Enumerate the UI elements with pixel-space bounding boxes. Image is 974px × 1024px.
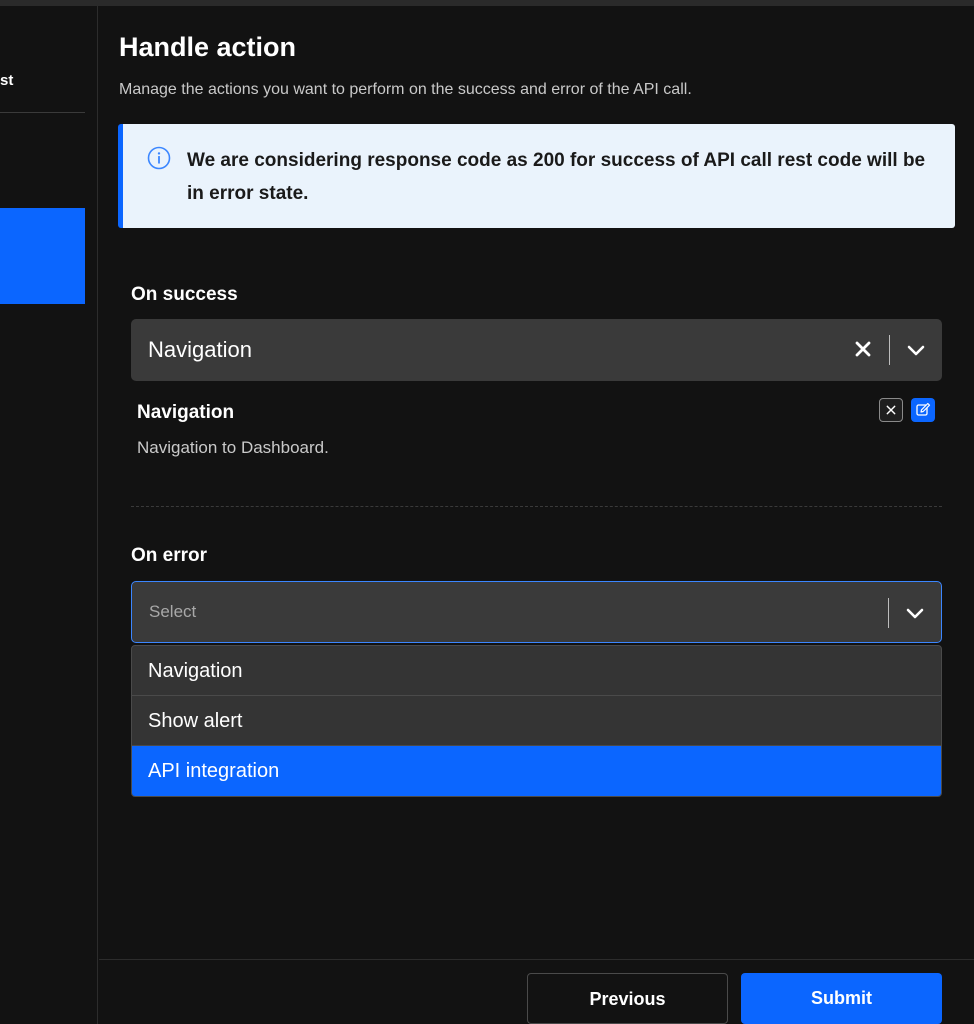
- sidebar-step-label[interactable]: st: [0, 72, 13, 89]
- close-icon: [886, 405, 896, 415]
- section-divider: [131, 506, 942, 507]
- dropdown-option-navigation[interactable]: Navigation: [132, 646, 941, 696]
- sidebar: st: [0, 6, 98, 1024]
- info-banner-text: We are considering response code as 200 …: [187, 150, 926, 204]
- dropdown-option-api-integration[interactable]: API integration: [132, 746, 941, 796]
- close-icon[interactable]: [852, 338, 874, 360]
- sidebar-active-step[interactable]: [0, 208, 85, 304]
- footer-divider: [99, 959, 974, 960]
- on-error-select[interactable]: Select: [131, 581, 942, 643]
- chevron-down-icon[interactable]: [904, 339, 928, 361]
- edit-action-button[interactable]: [911, 398, 935, 422]
- on-success-select[interactable]: Navigation: [131, 319, 942, 381]
- success-action-title: Navigation: [137, 402, 235, 423]
- main-panel: Handle action Manage the actions you wan…: [99, 6, 974, 1024]
- page-title: Handle action: [119, 32, 297, 62]
- sidebar-divider: [0, 112, 85, 113]
- select-separator: [889, 335, 890, 365]
- on-error-label: On error: [131, 545, 208, 566]
- on-success-label: On success: [131, 284, 238, 305]
- page-subtitle: Manage the actions you want to perform o…: [119, 81, 692, 98]
- submit-button[interactable]: Submit: [741, 973, 942, 1024]
- previous-button[interactable]: Previous: [527, 973, 728, 1024]
- success-action-description: Navigation to Dashboard.: [137, 438, 329, 457]
- remove-action-button[interactable]: [879, 398, 903, 422]
- info-icon: [147, 146, 171, 170]
- on-error-placeholder: Select: [149, 602, 197, 621]
- on-error-dropdown-menu: Navigation Show alert API integration: [131, 645, 942, 797]
- chevron-down-icon[interactable]: [903, 602, 927, 624]
- select-separator: [888, 598, 889, 628]
- edit-icon: [916, 402, 931, 416]
- on-success-selected-value: Navigation: [148, 337, 252, 362]
- info-banner: We are considering response code as 200 …: [118, 124, 955, 228]
- dropdown-option-show-alert[interactable]: Show alert: [132, 696, 941, 746]
